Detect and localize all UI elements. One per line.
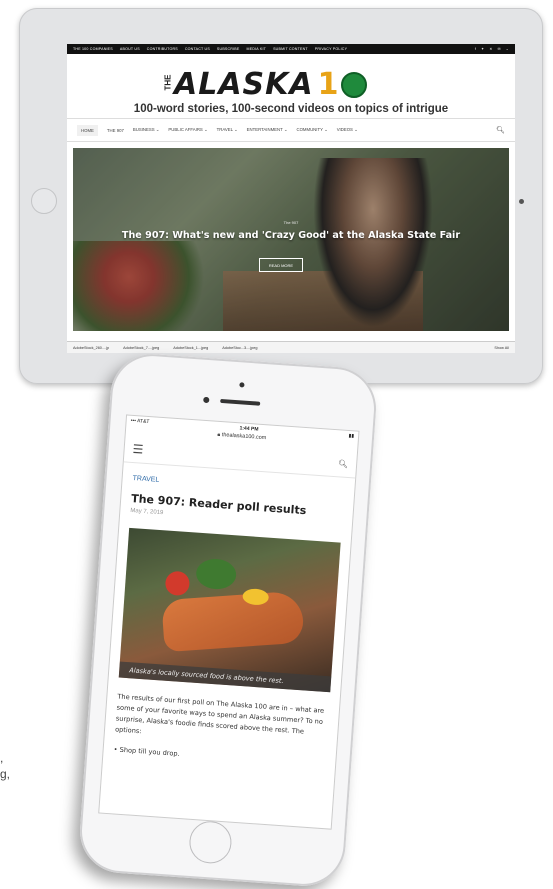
ipad-camera bbox=[519, 199, 524, 204]
top-link[interactable]: CONTACT US bbox=[185, 47, 210, 51]
top-link[interactable]: SUBMIT CONTENT bbox=[273, 47, 308, 51]
carrier: ••• AT&T bbox=[130, 417, 150, 426]
top-link[interactable]: MEDIA KIT bbox=[247, 47, 267, 51]
cropped-text-line: g, bbox=[0, 767, 11, 781]
show-all-button[interactable]: Show All bbox=[494, 346, 509, 350]
photo-caption: Alaska's locally sourced food is above t… bbox=[118, 661, 332, 693]
top-link[interactable]: CONTRIBUTORS bbox=[147, 47, 178, 51]
x-icon[interactable]: ✕ bbox=[489, 47, 492, 51]
nav-item-the-907[interactable]: THE 907 bbox=[107, 128, 124, 133]
top-link[interactable]: THE 100 COMPANIES bbox=[73, 47, 113, 51]
site-logo[interactable]: THE ALASKA 1 bbox=[162, 67, 367, 102]
download-item[interactable]: AdobeStock_1...jpeg bbox=[173, 346, 208, 350]
read-more-button[interactable]: READ MORE bbox=[259, 258, 303, 272]
salmon-image bbox=[161, 590, 305, 653]
article: TRAVEL The 907: Reader poll results May … bbox=[103, 474, 354, 769]
chevron-down-icon[interactable]: ⌄ bbox=[506, 47, 509, 51]
top-link[interactable]: PRIVACY POLICY bbox=[315, 47, 347, 51]
download-item[interactable]: AdobeStock_260....jp bbox=[73, 346, 109, 350]
ipad-home-button[interactable] bbox=[31, 188, 57, 214]
masthead: THE ALASKA 1 100-word stories, 100-secon… bbox=[67, 54, 515, 118]
list-item: • Shop till you drop. bbox=[113, 745, 180, 758]
mail-icon[interactable]: ✉ bbox=[498, 47, 501, 51]
cropped-text: , g, bbox=[0, 750, 10, 782]
ipad-frame: THE 100 COMPANIES ABOUT US CONTRIBUTORS … bbox=[19, 8, 543, 384]
social-icons: f ✦ ✕ ✉ ⌄ bbox=[475, 47, 509, 51]
nav-item-public-affairs[interactable]: PUBLIC AFFAIRS ⌄ bbox=[168, 127, 207, 133]
tomato-image bbox=[164, 570, 191, 597]
site-tagline: 100-word stories, 100-second videos on t… bbox=[133, 103, 449, 115]
logo-the: THE bbox=[163, 74, 173, 91]
iphone-frame: ••• AT&T 1:44 PM ▮▮ 🔒︎ thealaska100.com … bbox=[77, 351, 379, 889]
top-link[interactable]: SUBSCRIBE bbox=[217, 47, 240, 51]
article-photo: Alaska's locally sourced food is above t… bbox=[118, 527, 341, 693]
hero-title[interactable]: The 907: What's new and 'Crazy Good' at … bbox=[73, 230, 509, 241]
top-link-bar: THE 100 COMPANIES ABOUT US CONTRIBUTORS … bbox=[67, 44, 515, 54]
top-link[interactable]: ABOUT US bbox=[120, 47, 140, 51]
hero-category[interactable]: The 907 bbox=[73, 220, 509, 225]
nav-item-home[interactable]: HOME bbox=[77, 124, 98, 136]
lock-icon: 🔒︎ bbox=[217, 431, 221, 439]
battery-icon: ▮▮ bbox=[348, 432, 355, 440]
hamburger-menu-icon[interactable]: ☰ bbox=[132, 442, 144, 457]
download-bar: AdobeStock_260....jp AdobeStock_7....jpe… bbox=[67, 341, 515, 353]
clock: 1:44 PM bbox=[239, 425, 259, 433]
cropped-text-line: , bbox=[0, 751, 4, 765]
nav-item-travel[interactable]: TRAVEL ⌄ bbox=[217, 127, 238, 133]
twitter-icon[interactable]: ✦ bbox=[481, 47, 484, 51]
logo-word: ALASKA bbox=[174, 67, 314, 102]
facebook-icon[interactable]: f bbox=[475, 47, 476, 51]
search-icon[interactable]: 🔍︎ bbox=[496, 126, 505, 134]
ipad-screen: THE 100 COMPANIES ABOUT US CONTRIBUTORS … bbox=[67, 44, 515, 353]
search-icon[interactable]: 🔍︎ bbox=[338, 459, 349, 469]
main-nav: HOME THE 907 BUSINESS ⌄ PUBLIC AFFAIRS ⌄… bbox=[67, 118, 515, 142]
iphone-screen: ••• AT&T 1:44 PM ▮▮ 🔒︎ thealaska100.com … bbox=[98, 414, 360, 830]
globe-icon bbox=[340, 71, 367, 98]
download-item[interactable]: AdobeStock_7....jpeg bbox=[123, 346, 159, 350]
nav-item-videos[interactable]: VIDEOS ⌄ bbox=[337, 127, 358, 133]
greens-image bbox=[195, 557, 238, 591]
article-body: The results of our first poll on The Ala… bbox=[114, 692, 325, 736]
nav-item-business[interactable]: BUSINESS ⌄ bbox=[133, 127, 160, 133]
download-item[interactable]: AdobeStoc...3....jpeg bbox=[222, 346, 257, 350]
logo-number: 1 bbox=[317, 67, 339, 102]
nav-item-entertainment[interactable]: ENTERTAINMENT ⌄ bbox=[247, 127, 288, 133]
hero-slide[interactable]: The 907 The 907: What's new and 'Crazy G… bbox=[73, 148, 509, 331]
nav-item-community[interactable]: COMMUNITY ⌄ bbox=[296, 127, 327, 133]
